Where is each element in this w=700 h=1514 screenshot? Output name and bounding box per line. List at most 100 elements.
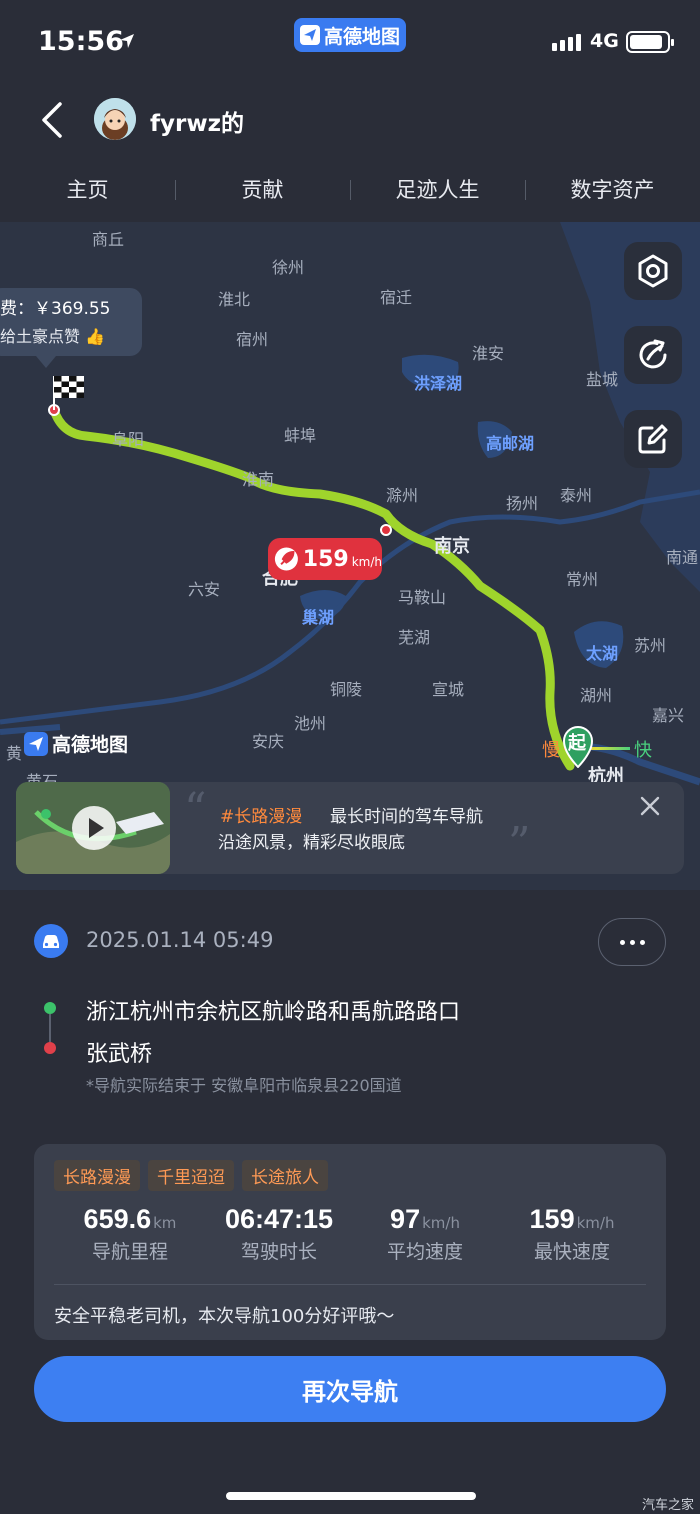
- signal-icon: [552, 34, 581, 51]
- stat-duration: 06:47:15 驾驶时长: [214, 1204, 344, 1264]
- city-label: 淮北: [218, 290, 251, 309]
- route-connector: [49, 1014, 51, 1042]
- origin-dot-icon: [44, 1002, 56, 1014]
- map-watermark-logo: 高德地图: [24, 730, 128, 757]
- stat-unit: km/h: [576, 1214, 615, 1232]
- city-label: 常州: [566, 570, 599, 589]
- status-bar: 15:56 高德地图 4G: [0, 0, 700, 80]
- stat-unit: km: [153, 1214, 177, 1232]
- battery-icon: [626, 31, 674, 53]
- close-icon[interactable]: [638, 794, 662, 818]
- achievement-tags: 长路漫漫 千里迢迢 长途旅人: [54, 1160, 328, 1191]
- origin-address: 浙江杭州市余杭区航岭路和禹航路路口: [86, 1000, 461, 1025]
- edit-button[interactable]: [624, 410, 682, 468]
- achievement-tag: 长途旅人: [242, 1160, 328, 1191]
- legend-fast: 快: [634, 740, 652, 761]
- city-label: 池州: [294, 714, 327, 733]
- banner-tag: #长路漫漫: [220, 807, 303, 827]
- amap-logo-icon: [299, 25, 320, 45]
- city-label: 宿州: [236, 330, 269, 349]
- home-indicator[interactable]: [226, 1492, 476, 1500]
- city-label: 商丘: [92, 230, 125, 249]
- profile-tabs: 主页 贡献 足迹人生 数字资产: [0, 170, 700, 210]
- tab-footprint[interactable]: 足迹人生: [350, 170, 525, 210]
- city-label: 阜阳: [112, 430, 145, 449]
- fee-bubble[interactable]: 费：￥369.55 给土豪点赞 👍: [0, 288, 142, 368]
- city-label: 南通: [666, 548, 699, 567]
- lake-label: 太湖: [586, 644, 619, 663]
- car-icon: [34, 924, 68, 958]
- promo-banner[interactable]: “ #长路漫漫 最长时间的驾车导航 沿途风景，精彩尽收眼底 ”: [16, 782, 684, 874]
- more-dot-icon: [639, 939, 645, 945]
- quote-open-icon: “: [184, 784, 207, 835]
- share-button[interactable]: [624, 326, 682, 384]
- checkered-flag-icon: [54, 376, 84, 398]
- banner-title: 最长时间的驾车导航: [330, 807, 483, 827]
- stat-value: 659.6: [83, 1204, 152, 1234]
- fee-like-text: 给土豪点赞 👍: [0, 327, 106, 346]
- more-button[interactable]: [598, 918, 666, 966]
- tab-digital-assets[interactable]: 数字资产: [525, 170, 700, 210]
- stat-value: 159: [529, 1204, 575, 1234]
- amap-app-pill[interactable]: 高德地图: [294, 18, 406, 52]
- stat-distance: 659.6 km 导航里程: [60, 1204, 200, 1264]
- max-speed-unit: km/h: [351, 555, 382, 569]
- map-settings-button[interactable]: [624, 242, 682, 300]
- stat-value: 97: [390, 1204, 421, 1234]
- source-watermark: 汽车之家: [641, 1498, 694, 1513]
- divider: [54, 1284, 646, 1285]
- city-label: 铜陵: [330, 680, 363, 699]
- banner-subtitle: 沿途风景，精彩尽收眼底: [218, 833, 405, 853]
- city-label: 芜湖: [398, 628, 431, 647]
- avatar-image-icon: [94, 98, 136, 140]
- city-label: 徐州: [272, 258, 305, 277]
- tab-contribution[interactable]: 贡献: [175, 170, 350, 210]
- city-label: 滁州: [386, 486, 419, 505]
- lake-label: 高邮湖: [486, 434, 535, 453]
- fee-amount: 费：￥369.55: [0, 299, 111, 319]
- max-speed-bubble: 159 km/h: [268, 538, 382, 580]
- city-label: 蚌埠: [284, 426, 317, 445]
- username: fyrwz的: [150, 111, 244, 137]
- stat-label: 驾驶时长: [240, 1241, 317, 1263]
- city-label: 盐城: [586, 370, 619, 389]
- achievement-tag: 长路漫漫: [54, 1160, 140, 1191]
- start-marker-label: 起: [568, 733, 586, 754]
- legend-slow: 慢: [542, 740, 560, 761]
- trip-stats-card: 长路漫漫 千里迢迢 长途旅人 659.6 km 导航里程 06:47:15 驾驶时…: [34, 1144, 666, 1340]
- lake-label: 洪泽湖: [414, 374, 463, 393]
- achievement-tag: 千里迢迢: [148, 1160, 234, 1191]
- status-time: 15:56: [38, 26, 124, 57]
- city-label: 湖州: [580, 686, 613, 705]
- avatar[interactable]: [94, 98, 136, 140]
- stat-unit: km/h: [422, 1214, 460, 1232]
- stat-avg-speed: 97 km/h 平均速度: [360, 1204, 490, 1264]
- video-thumbnail[interactable]: [16, 782, 170, 874]
- renavigate-button[interactable]: 再次导航: [34, 1356, 666, 1422]
- quote-close-icon: ”: [508, 818, 531, 869]
- city-label: 淮安: [472, 344, 505, 363]
- city-label: 六安: [188, 580, 221, 599]
- city-label: 泰州: [560, 486, 593, 505]
- city-label: 苏州: [634, 636, 667, 655]
- trip-datetime: 2025.01.14 05:49: [86, 928, 274, 952]
- city-label: 宿迁: [380, 288, 413, 307]
- location-arrow-icon: [120, 34, 134, 48]
- route-map[interactable]: 商丘 徐州 淮北 宿迁 宿州 淮安 盐城 阜阳 蚌埠 淮南 扬州 泰州 滁州 南…: [0, 222, 700, 890]
- max-speed-value: 159: [302, 546, 349, 572]
- city-label: 南京: [434, 536, 470, 557]
- destination-address: 张武桥: [86, 1042, 153, 1067]
- destination-dot-icon: [44, 1042, 56, 1054]
- city-label: 宣城: [432, 680, 465, 699]
- play-icon[interactable]: [72, 806, 116, 850]
- start-marker: 起: [560, 724, 596, 769]
- lake-label: 巢湖: [302, 608, 335, 627]
- stats-footer-text: 安全平稳老司机，本次导航100分好评哦～: [54, 1306, 395, 1327]
- amap-logo-icon: [24, 731, 48, 756]
- tab-home[interactable]: 主页: [0, 170, 175, 210]
- back-arrow-icon[interactable]: [36, 100, 72, 140]
- more-dot-icon: [619, 939, 625, 945]
- rocket-icon: [274, 547, 298, 571]
- stat-label: 导航里程: [91, 1241, 168, 1263]
- city-label: 马鞍山: [398, 588, 447, 607]
